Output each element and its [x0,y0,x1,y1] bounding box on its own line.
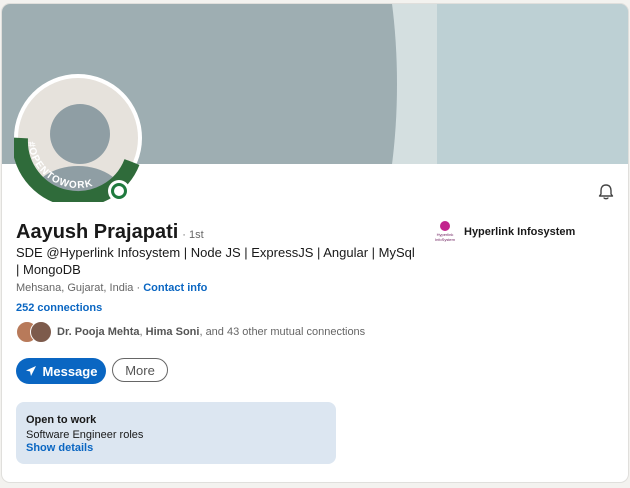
connection-degree: · 1st [182,229,204,241]
open-to-work-roles: Software Engineer roles [26,429,144,441]
profile-headline: SDE @Hyperlink Infosystem | Node JS | Ex… [16,245,415,277]
location-separator: · [133,282,144,294]
company-logo-mark [440,221,450,231]
profile-location: Mehsana, Gujarat, India [16,282,134,294]
mutual-name: Dr. Pooja Mehta [57,326,140,338]
avatar [30,321,52,343]
connections-link[interactable]: 252 connections [16,302,102,314]
open-to-work-title: Open to work [26,414,97,426]
company-name: Hyperlink Infosystem [464,226,576,238]
show-details-link[interactable]: Show details [26,442,93,454]
mutual-connections[interactable]: Dr. Pooja Mehta, Hima Soni, and 43 other… [16,321,365,343]
mutual-avatars [16,321,52,343]
company-logo: Hyperlink InfoSystem [434,221,456,243]
company-logo-text: InfoSystem [434,237,455,242]
mutual-rest: , and 43 other mutual connections [199,326,366,338]
send-icon [25,366,36,376]
mutual-name: Hima Soni [145,326,200,338]
more-button[interactable]: More [112,358,168,382]
online-status-indicator [108,180,130,202]
current-company[interactable]: Hyperlink InfoSystem Hyperlink Infosyste… [434,221,575,243]
contact-info-link[interactable]: Contact info [143,282,207,294]
open-to-work-panel: Open to work Software Engineer roles Sho… [16,402,336,464]
mutual-connections-text: Dr. Pooja Mehta, Hima Soni, and 43 other… [57,326,365,338]
name-row: Aayush Prajapati · 1st [16,221,204,244]
banner-shape [252,4,397,164]
bell-icon[interactable] [596,182,616,202]
profile-name: Aayush Prajapati [16,221,179,243]
location-row: Mehsana, Gujarat, India · Contact info [16,282,207,294]
message-button[interactable]: Message [16,358,106,384]
message-button-label: Message [42,363,98,379]
banner-shape [437,4,628,164]
